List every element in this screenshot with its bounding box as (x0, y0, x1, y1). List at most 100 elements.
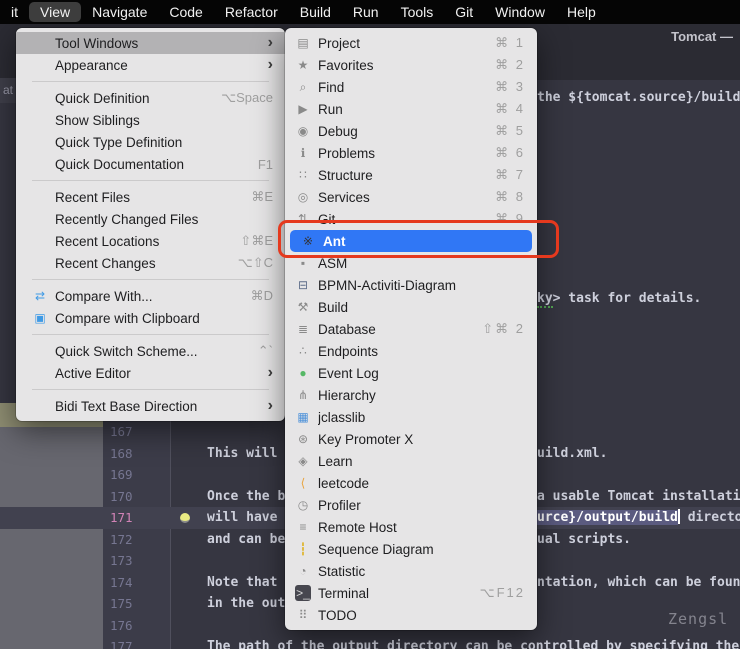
menubar-item[interactable]: View (29, 2, 81, 22)
submenu-item[interactable]: ⠿ TODO (285, 604, 537, 626)
submenu-item[interactable]: ◔ Statistic (285, 560, 537, 582)
line-number[interactable]: 171 (110, 507, 133, 529)
line-number[interactable]: 170 (110, 486, 133, 508)
submenu-item-icon: ℹ (295, 145, 311, 161)
line-number[interactable]: 167 (110, 421, 133, 443)
submenu-item[interactable]: ⊛ Key Promoter X (285, 428, 537, 450)
watermark: Zengsl (668, 610, 728, 628)
menu-item-label: Quick Switch Scheme... (55, 344, 250, 359)
menu-item[interactable]: ⇄ Compare With... ⌘D › (16, 285, 285, 307)
line-number[interactable]: 172 (110, 529, 133, 551)
intention-bulb-icon[interactable] (180, 513, 190, 523)
menubar-item[interactable]: Build (289, 2, 342, 22)
submenu-item[interactable]: ▶ Run ⌘ 4 (285, 98, 537, 120)
menubar-item[interactable]: it (0, 2, 29, 22)
submenu-item-label: Key Promoter X (318, 432, 517, 447)
submenu-item[interactable]: ┇ Sequence Diagram (285, 538, 537, 560)
line-number[interactable]: 168 (110, 443, 133, 465)
submenu-item-label: Build (318, 300, 517, 315)
submenu-item[interactable]: ⚒ Build (285, 296, 537, 318)
submenu-item[interactable]: ∴ Endpoints (285, 340, 537, 362)
tool-windows-submenu: ▤ Project ⌘ 1 ★ Favorites ⌘ 2 ⌕ Find ⌘ 3… (285, 28, 537, 630)
code-text: ual scripts. (537, 532, 631, 547)
submenu-item[interactable]: ℹ Problems ⌘ 6 (285, 142, 537, 164)
menu-item[interactable]: Tool Windows › (16, 32, 285, 54)
menubar-item[interactable]: Window (484, 2, 556, 22)
menubar-item[interactable]: Tools (390, 2, 445, 22)
submenu-item[interactable]: ◈ Learn (285, 450, 537, 472)
submenu-item[interactable]: ◉ Debug ⌘ 5 (285, 120, 537, 142)
window-title: Tomcat — (671, 29, 733, 44)
submenu-item-label: Learn (318, 454, 517, 469)
menu-item[interactable]: ▣ Compare with Clipboard › (16, 307, 285, 329)
submenu-item-icon: ┇ (295, 541, 311, 557)
menubar-item[interactable]: Git (444, 2, 484, 22)
submenu-item-shortcut: ⌘ 3 (495, 79, 525, 95)
menu-item-label: Active Editor (55, 366, 252, 381)
menu-item[interactable]: › (16, 175, 285, 186)
menu-item[interactable]: › (16, 384, 285, 395)
submenu-item[interactable]: ∷ Structure ⌘ 7 (285, 164, 537, 186)
submenu-item[interactable]: ▤ Project ⌘ 1 (285, 32, 537, 54)
submenu-item-icon: ◔ (295, 563, 311, 579)
menubar-item[interactable]: Run (342, 2, 390, 22)
submenu-item[interactable]: ⌕ Find ⌘ 3 (285, 76, 537, 98)
submenu-item-label: Debug (318, 124, 487, 139)
submenu-item-shortcut: ⌘ 1 (495, 35, 525, 51)
submenu-item-label: Endpoints (318, 344, 517, 359)
menu-item[interactable]: Quick Documentation F1 › (16, 153, 285, 175)
menu-item[interactable]: Recent Locations ⇧⌘E › (16, 230, 285, 252)
submenu-item[interactable]: ● Event Log (285, 362, 537, 384)
line-number[interactable]: 176 (110, 615, 133, 637)
menu-item-label: Quick Type Definition (55, 135, 265, 150)
line-number[interactable]: 173 (110, 550, 133, 572)
view-menu: Tool Windows › Appearance › › Quick Defi (16, 28, 285, 421)
menu-item[interactable]: › (16, 76, 285, 87)
submenu-item-label: Event Log (318, 366, 517, 381)
submenu-item-label: Hierarchy (318, 388, 517, 403)
menubar-item[interactable]: Navigate (81, 2, 158, 22)
menu-item[interactable]: Bidi Text Base Direction › (16, 395, 285, 417)
submenu-item[interactable]: >_ Terminal ⌥F12 (285, 582, 537, 604)
submenu-item[interactable]: ⋔ Hierarchy (285, 384, 537, 406)
submenu-item[interactable]: ◎ Services ⌘ 8 (285, 186, 537, 208)
line-number[interactable]: 175 (110, 593, 133, 615)
line-number[interactable]: 177 (110, 636, 133, 649)
menu-item[interactable]: › (16, 274, 285, 285)
menu-item[interactable]: Recent Files ⌘E › (16, 186, 285, 208)
submenu-item[interactable]: ⟨ leetcode (285, 472, 537, 494)
submenu-item[interactable]: ★ Favorites ⌘ 2 (285, 54, 537, 76)
submenu-item-label: jclasslib (318, 410, 517, 425)
menu-item[interactable]: Appearance › (16, 54, 285, 76)
line-number[interactable]: 174 (110, 572, 133, 594)
menu-item[interactable]: › (16, 329, 285, 340)
submenu-item-label: Project (318, 36, 487, 51)
menu-item[interactable]: Recent Changes ⌥⇧C › (16, 252, 285, 274)
menu-item[interactable]: Show Siblings › (16, 109, 285, 131)
menu-item[interactable]: Recently Changed Files › (16, 208, 285, 230)
menu-item[interactable]: Active Editor › (16, 362, 285, 384)
line-number[interactable]: 169 (110, 464, 133, 486)
submenu-item[interactable]: ◷ Profiler (285, 494, 537, 516)
menu-item-shortcut: ⌘E (251, 189, 273, 205)
submenu-item-label: Find (318, 80, 487, 95)
submenu-item[interactable]: ≡ Remote Host (285, 516, 537, 538)
editor-tab[interactable]: at (0, 78, 16, 103)
code-fragment-right: urce}/output/build director (537, 507, 740, 529)
menu-item[interactable]: Quick Definition ⌥Space › (16, 87, 285, 109)
submenu-item[interactable]: ≣ Database ⇧⌘ 2 (285, 318, 537, 340)
submenu-item-icon: ◎ (295, 189, 311, 205)
submenu-item-label: Favorites (318, 58, 487, 73)
menubar-item[interactable]: Refactor (214, 2, 289, 22)
submenu-item-label: Profiler (318, 498, 517, 513)
submenu-item[interactable]: ▦ jclasslib (285, 406, 537, 428)
submenu-item-icon: ≡ (295, 519, 311, 535)
menu-item[interactable]: Quick Switch Scheme... ⌃` › (16, 340, 285, 362)
menu-item[interactable]: Quick Type Definition › (16, 131, 285, 153)
menubar-item[interactable]: Code (158, 2, 213, 22)
submenu-chevron-icon: › (268, 398, 273, 414)
code-fragment-left: Note that (200, 572, 285, 594)
menubar-item[interactable]: Help (556, 2, 607, 22)
submenu-item[interactable]: ⊟ BPMN-Activiti-Diagram (285, 274, 537, 296)
app-window: Tomcat — at the ${tomcat.source}/build. … (0, 0, 740, 649)
